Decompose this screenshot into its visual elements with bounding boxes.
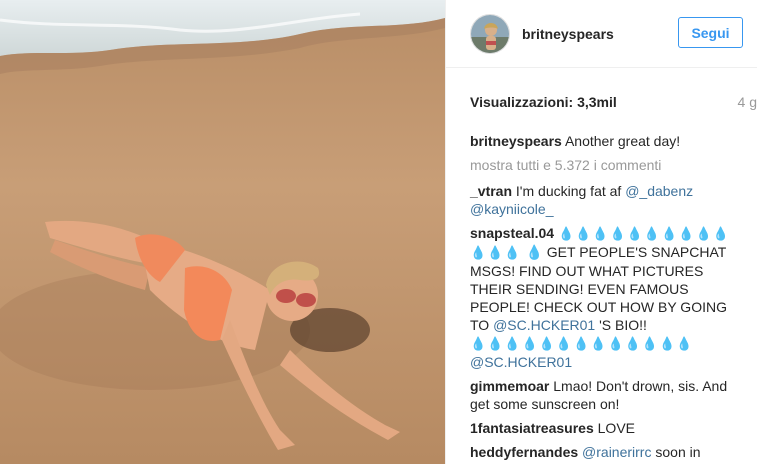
follow-button[interactable]: Segui: [678, 17, 743, 48]
comment-item: snapsteal.04 💧💧💧💧💧💧💧💧💧💧💧💧💧 💧 GET PEOPLE'…: [470, 224, 742, 371]
comment-text: 'S BIO!!: [599, 317, 647, 333]
comments-list: britneyspears Another great day! mostra …: [470, 132, 742, 464]
comment-item: gimmemoar Lmao! Don't drown, sis. And ge…: [470, 377, 742, 413]
comment-mention[interactable]: @rainerirrc: [582, 444, 651, 460]
post-media[interactable]: [0, 0, 445, 464]
views-count: Visualizzazioni: 3,3mil: [470, 94, 617, 110]
caption-text: Another great day!: [564, 133, 681, 149]
comment-item: _vtran I'm ducking fat af @_dabenz @kayn…: [470, 182, 742, 218]
post-panel: britneyspears Segui Visualizzazioni: 3,3…: [445, 0, 757, 464]
comment-user[interactable]: heddyfernandes: [470, 444, 578, 460]
comment-text: LOVE: [597, 420, 635, 436]
comment-user[interactable]: 1fantasiatreasures: [470, 420, 594, 436]
avatar-image: [471, 14, 509, 53]
comment-mention[interactable]: @kayniicole_: [470, 201, 553, 217]
caption-user[interactable]: britneyspears: [470, 133, 562, 149]
profile-avatar[interactable]: [470, 13, 510, 54]
comment-mention[interactable]: @SC.HCKER01: [470, 354, 572, 370]
drops-emoji: 💧💧💧💧💧💧💧💧💧💧💧💧💧: [470, 336, 694, 351]
comment-item: 1fantasiatreasures LOVE: [470, 419, 742, 437]
comment-user[interactable]: snapsteal.04: [470, 225, 554, 241]
comment-user[interactable]: _vtran: [470, 183, 512, 199]
post-stats: Visualizzazioni: 3,3mil 4 g: [470, 94, 757, 112]
comment-item: heddyfernandes @rainerirrc soon in: [470, 443, 742, 461]
comment-text: I'm ducking fat af: [515, 183, 622, 199]
caption: britneyspears Another great day!: [470, 132, 742, 150]
header-username[interactable]: britneyspears: [522, 26, 614, 42]
comment-text: soon in: [655, 444, 701, 460]
comment-mention[interactable]: @_dabenz: [625, 183, 693, 199]
beach-video: [0, 0, 445, 464]
comment-mention[interactable]: @SC.HCKER01: [493, 317, 595, 333]
comment-user[interactable]: gimmemoar: [470, 378, 549, 394]
post-header: britneyspears Segui: [446, 0, 757, 68]
show-all-comments-link[interactable]: mostra tutti e 5.372 i commenti: [470, 156, 742, 174]
post-time[interactable]: 4 g: [738, 94, 757, 110]
